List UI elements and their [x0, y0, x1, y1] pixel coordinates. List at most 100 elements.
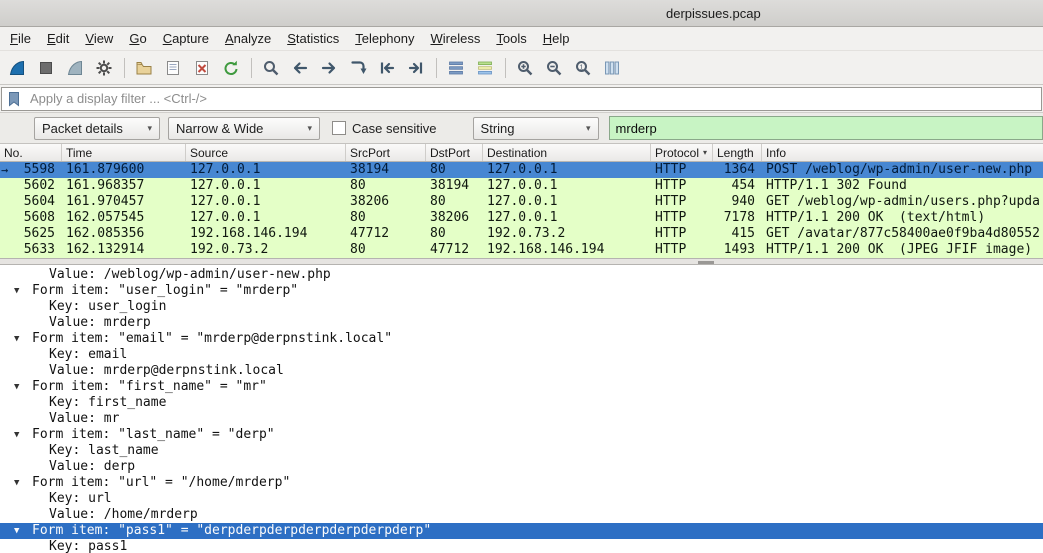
- zoom-out-icon[interactable]: [541, 54, 568, 81]
- case-sensitive-checkbox[interactable]: [332, 121, 346, 135]
- expand-arrow-icon[interactable]: ▼: [14, 331, 19, 347]
- packet-cell-protocol: HTTP: [655, 210, 687, 225]
- detail-line[interactable]: Key: user_login: [0, 299, 1043, 315]
- column-header-length[interactable]: Length: [713, 144, 762, 161]
- search-width-combo[interactable]: Narrow & Wide ▾: [168, 116, 320, 140]
- menu-tools[interactable]: Tools: [488, 28, 534, 49]
- column-header-info[interactable]: Info: [762, 144, 1043, 161]
- close-file-icon[interactable]: [189, 54, 216, 81]
- packet-cell-time: 162.085356: [66, 226, 145, 241]
- menu-wireless[interactable]: Wireless: [423, 28, 489, 49]
- packet-cell-dstport: 80: [430, 162, 446, 177]
- menu-go[interactable]: Go: [121, 28, 154, 49]
- packet-row[interactable]: 5625 162.085356 192.168.146.194 47712 80 192.…: [0, 226, 1043, 242]
- packet-row[interactable]: 5602 161.968357 127.0.0.1 80 38194 127.0.0.1 H…: [0, 178, 1043, 194]
- packet-row[interactable]: 5598 161.879600 127.0.0.1 38194 80 127.0.0.1 H…: [0, 162, 1043, 178]
- packet-cell-length: 7178: [723, 210, 755, 225]
- search-scope-combo[interactable]: Packet details ▾: [34, 116, 160, 140]
- menu-telephony[interactable]: Telephony: [347, 28, 422, 49]
- resize-columns-icon[interactable]: [599, 54, 626, 81]
- expand-arrow-icon[interactable]: ▼: [14, 283, 19, 299]
- chevron-down-icon: ▾: [586, 122, 591, 133]
- detail-line[interactable]: Value: mr: [0, 411, 1043, 427]
- capture-options-icon[interactable]: [91, 54, 118, 81]
- detail-text: Form item: "email" = "mrderp@derpnstink.…: [32, 331, 393, 346]
- colorize-icon[interactable]: [472, 54, 499, 81]
- column-header-protocol[interactable]: Protocol ▾: [651, 144, 713, 161]
- go-last-icon[interactable]: [403, 54, 430, 81]
- expand-arrow-icon[interactable]: ▼: [14, 427, 19, 443]
- menu-edit[interactable]: Edit: [39, 28, 77, 49]
- packet-cell-no: 5598: [23, 162, 55, 177]
- packet-cell-destination: 127.0.0.1: [487, 178, 558, 193]
- detail-text: Value: derp: [49, 459, 136, 474]
- column-header-destination[interactable]: Destination: [483, 144, 651, 161]
- column-header-srcport[interactable]: SrcPort: [346, 144, 426, 161]
- detail-text: Value: mrderp@derpnstink.local: [49, 363, 284, 378]
- restart-capture-icon[interactable]: [62, 54, 89, 81]
- find-packet-icon[interactable]: [258, 54, 285, 81]
- detail-line[interactable]: Value: mrderp@derpnstink.local: [0, 363, 1043, 379]
- packet-cell-info: HTTP/1.1 200 OK (text/html): [766, 210, 986, 225]
- auto-scroll-icon[interactable]: [443, 54, 470, 81]
- column-header-no[interactable]: No.: [0, 144, 62, 161]
- detail-text: Form item: "pass1" = "derpderpderpderpde…: [32, 523, 432, 538]
- pane-splitter[interactable]: [0, 258, 1043, 265]
- menu-analyze[interactable]: Analyze: [217, 28, 279, 49]
- column-header-dstport[interactable]: DstPort: [426, 144, 483, 161]
- go-first-icon[interactable]: [374, 54, 401, 81]
- packet-row[interactable]: 5604 161.970457 127.0.0.1 38206 80 127.0.0.1 H…: [0, 194, 1043, 210]
- detail-line[interactable]: ▼ Form item: "email" = "mrderp@derpnstink…: [0, 331, 1043, 347]
- detail-text: Key: last_name: [49, 443, 159, 458]
- zoom-original-icon[interactable]: 1: [570, 54, 597, 81]
- packet-row[interactable]: 5608 162.057545 127.0.0.1 80 38206 127.0.0.1 H…: [0, 210, 1043, 226]
- detail-line[interactable]: ▼ Form item: "first_name" = "mr": [0, 379, 1043, 395]
- detail-line[interactable]: Value: /home/mrderp: [0, 507, 1043, 523]
- detail-line[interactable]: Value: mrderp: [0, 315, 1043, 331]
- packet-row[interactable]: 5633 162.132914 192.0.73.2 80 47712 192.168.1…: [0, 242, 1043, 258]
- detail-line[interactable]: ▼ Form item: "user_login" = "mrderp": [0, 283, 1043, 299]
- titlebar: derpissues.pcap: [0, 0, 1043, 27]
- filter-bookmark-icon[interactable]: [2, 89, 26, 109]
- column-header-source[interactable]: Source: [186, 144, 346, 161]
- detail-line[interactable]: Key: email: [0, 347, 1043, 363]
- go-to-packet-icon[interactable]: [345, 54, 372, 81]
- detail-line[interactable]: ▼ Form item: "last_name" = "derp": [0, 427, 1043, 443]
- detail-line[interactable]: Value: derp: [0, 459, 1043, 475]
- detail-line[interactable]: ▼ Form item: "pass1" = "derpderpderpderpd…: [0, 523, 1043, 539]
- expand-arrow-icon[interactable]: ▼: [14, 379, 19, 395]
- zoom-in-icon[interactable]: [512, 54, 539, 81]
- menu-capture[interactable]: Capture: [155, 28, 217, 49]
- display-filter-field[interactable]: [1, 86, 1042, 111]
- reload-file-icon[interactable]: [218, 54, 245, 81]
- menu-statistics[interactable]: Statistics: [279, 28, 347, 49]
- packet-cell-info: GET /weblog/wp-admin/users.php?upda: [766, 194, 1040, 209]
- packet-cell-length: 454: [731, 178, 755, 193]
- start-capture-icon[interactable]: [4, 54, 31, 81]
- expand-arrow-icon[interactable]: ▼: [14, 475, 19, 491]
- packet-cell-dstport: 47712: [430, 242, 470, 257]
- detail-line[interactable]: Key: last_name: [0, 443, 1043, 459]
- packet-cell-time: 162.057545: [66, 210, 145, 225]
- expand-arrow-icon[interactable]: ▼: [14, 523, 19, 539]
- find-input[interactable]: [608, 116, 1043, 140]
- menu-file[interactable]: File: [2, 28, 39, 49]
- display-filter-input[interactable]: [26, 91, 1041, 106]
- save-file-icon[interactable]: [160, 54, 187, 81]
- detail-line[interactable]: Value: /weblog/wp-admin/user-new.php: [0, 267, 1043, 283]
- packet-cell-source: 127.0.0.1: [190, 178, 261, 193]
- detail-line[interactable]: Key: url: [0, 491, 1043, 507]
- detail-line[interactable]: Key: first_name: [0, 395, 1043, 411]
- column-header-time[interactable]: Time: [62, 144, 186, 161]
- menu-view[interactable]: View: [77, 28, 121, 49]
- stop-capture-icon[interactable]: [33, 54, 60, 81]
- detail-text: Form item: "url" = "/home/mrderp": [32, 475, 291, 490]
- detail-line[interactable]: ▼ Form item: "url" = "/home/mrderp": [0, 475, 1043, 491]
- menu-help[interactable]: Help: [535, 28, 578, 49]
- open-file-icon[interactable]: [131, 54, 158, 81]
- search-type-combo[interactable]: String ▾: [472, 116, 599, 140]
- detail-line[interactable]: Key: pass1: [0, 539, 1043, 553]
- splitter-handle[interactable]: [698, 261, 714, 264]
- go-forward-icon[interactable]: [316, 54, 343, 81]
- go-back-icon[interactable]: [287, 54, 314, 81]
